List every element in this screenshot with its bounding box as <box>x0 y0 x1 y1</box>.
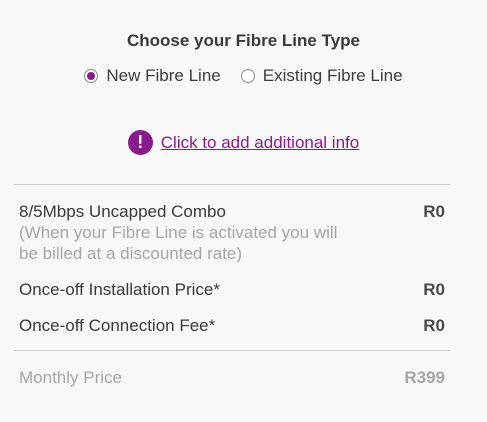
radio-unselected-icon[interactable] <box>240 69 255 83</box>
monthly-price-label: Monthly Price <box>19 368 122 387</box>
line-item-combo-amount: R0 <box>423 202 445 221</box>
additional-info-link[interactable]: Click to add additional info <box>161 133 359 153</box>
line-item-combo-label: 8/5Mbps Uncapped Combo <box>19 202 226 221</box>
line-type-radio-group: New Fibre Line Existing Fibre Line <box>0 66 487 86</box>
radio-existing-fibre-line[interactable]: Existing Fibre Line <box>240 66 403 86</box>
radio-existing-fibre-line-label: Existing Fibre Line <box>262 66 403 85</box>
line-item-installation: Once-off Installation Price* R0 <box>19 280 445 300</box>
section-title: Choose your Fibre Line Type <box>127 31 360 50</box>
line-item-connection-label: Once-off Connection Fee* <box>19 316 216 335</box>
monthly-price-row: Monthly Price R399 <box>19 368 445 388</box>
line-item-installation-label: Once-off Installation Price* <box>19 280 220 299</box>
radio-selected-icon[interactable] <box>84 69 99 83</box>
line-item-connection-amount: R0 <box>423 316 445 335</box>
divider-top <box>14 184 450 185</box>
divider-bottom <box>14 350 450 351</box>
additional-info-row: ! Click to add additional info <box>0 130 487 155</box>
radio-new-fibre-line-label: New Fibre Line <box>106 66 221 85</box>
exclamation-icon: ! <box>127 130 153 155</box>
line-item-installation-amount: R0 <box>423 280 445 299</box>
line-item-combo: 8/5Mbps Uncapped Combo R0 <box>19 202 445 222</box>
combo-note: (When your Fibre Line is activated you w… <box>19 223 338 263</box>
monthly-price-amount: R399 <box>404 368 445 387</box>
radio-new-fibre-line[interactable]: New Fibre Line <box>84 66 221 86</box>
line-item-connection: Once-off Connection Fee* R0 <box>19 316 445 336</box>
